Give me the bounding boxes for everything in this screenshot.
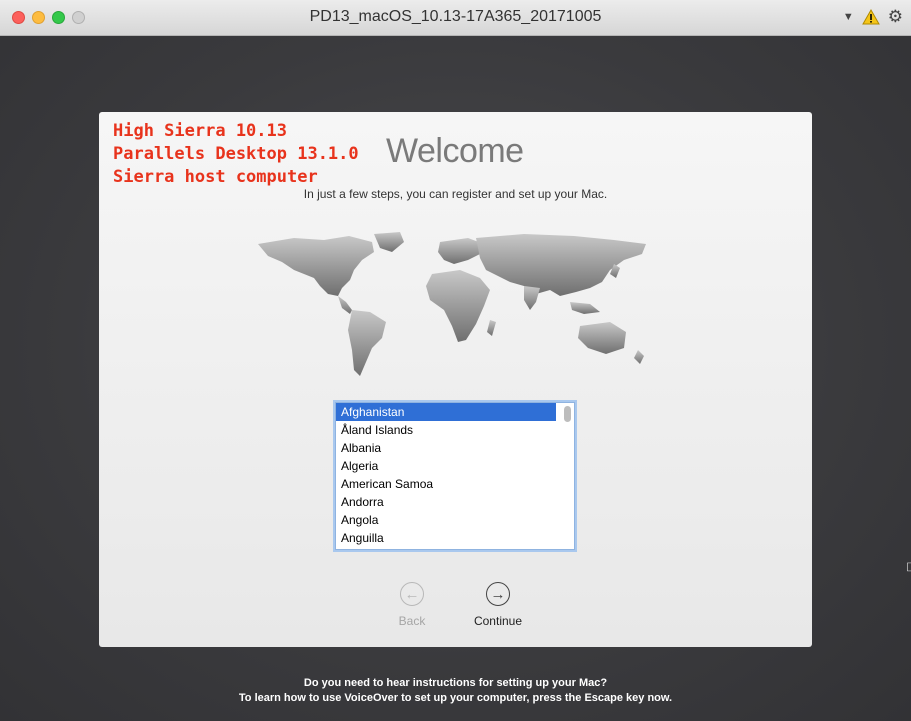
setup-assistant-panel: High Sierra 10.13 Parallels Desktop 13.1… bbox=[99, 112, 812, 647]
arrow-left-icon: ← bbox=[400, 582, 424, 606]
annotation-line-2: Parallels Desktop 13.1.0 bbox=[113, 144, 359, 164]
page-title: Welcome bbox=[386, 132, 524, 170]
warning-icon[interactable] bbox=[861, 9, 880, 25]
gear-icon[interactable]: ⚙ bbox=[888, 8, 903, 25]
window-title: PD13_macOS_10.13-17A365_20171005 bbox=[309, 8, 602, 25]
country-list[interactable]: Afghanistan Åland Islands Albania Algeri… bbox=[335, 402, 575, 550]
window-titlebar: PD13_macOS_10.13-17A365_20171005 ▼ ⚙ bbox=[0, 0, 911, 36]
list-item[interactable]: Albania bbox=[336, 439, 556, 457]
list-item[interactable]: Afghanistan bbox=[336, 403, 556, 421]
list-item[interactable]: Andorra bbox=[336, 493, 556, 511]
world-map-image bbox=[258, 232, 646, 376]
voiceover-prompt: Do you need to hear instructions for set… bbox=[0, 676, 911, 706]
list-item[interactable]: Anguilla bbox=[336, 529, 556, 547]
annotation-line-1: High Sierra 10.13 bbox=[113, 121, 287, 141]
list-item[interactable]: Åland Islands bbox=[336, 421, 556, 439]
annotation-text: High Sierra 10.13 Parallels Desktop 13.1… bbox=[113, 120, 359, 189]
triangle-down-icon[interactable]: ▼ bbox=[843, 11, 854, 23]
voiceover-line-2: To learn how to use VoiceOver to set up … bbox=[238, 692, 673, 704]
page-subtitle: In just a few steps, you can register an… bbox=[303, 187, 608, 201]
arrow-right-icon: → bbox=[486, 582, 510, 606]
annotation-line-3: Sierra host computer bbox=[113, 167, 318, 187]
continue-label: Continue bbox=[473, 614, 523, 628]
titlebar-controls: ▼ ⚙ bbox=[843, 8, 903, 25]
continue-button[interactable]: → Continue bbox=[463, 582, 533, 628]
list-item[interactable]: Algeria bbox=[336, 457, 556, 475]
list-item[interactable]: American Samoa bbox=[336, 475, 556, 493]
list-scrollbar[interactable] bbox=[564, 406, 571, 422]
back-button[interactable]: ← Back bbox=[377, 582, 447, 628]
mouse-cursor-icon: ⌷ bbox=[906, 560, 911, 574]
list-item[interactable]: Angola bbox=[336, 511, 556, 529]
back-label: Back bbox=[398, 614, 426, 628]
voiceover-line-1: Do you need to hear instructions for set… bbox=[303, 677, 608, 689]
